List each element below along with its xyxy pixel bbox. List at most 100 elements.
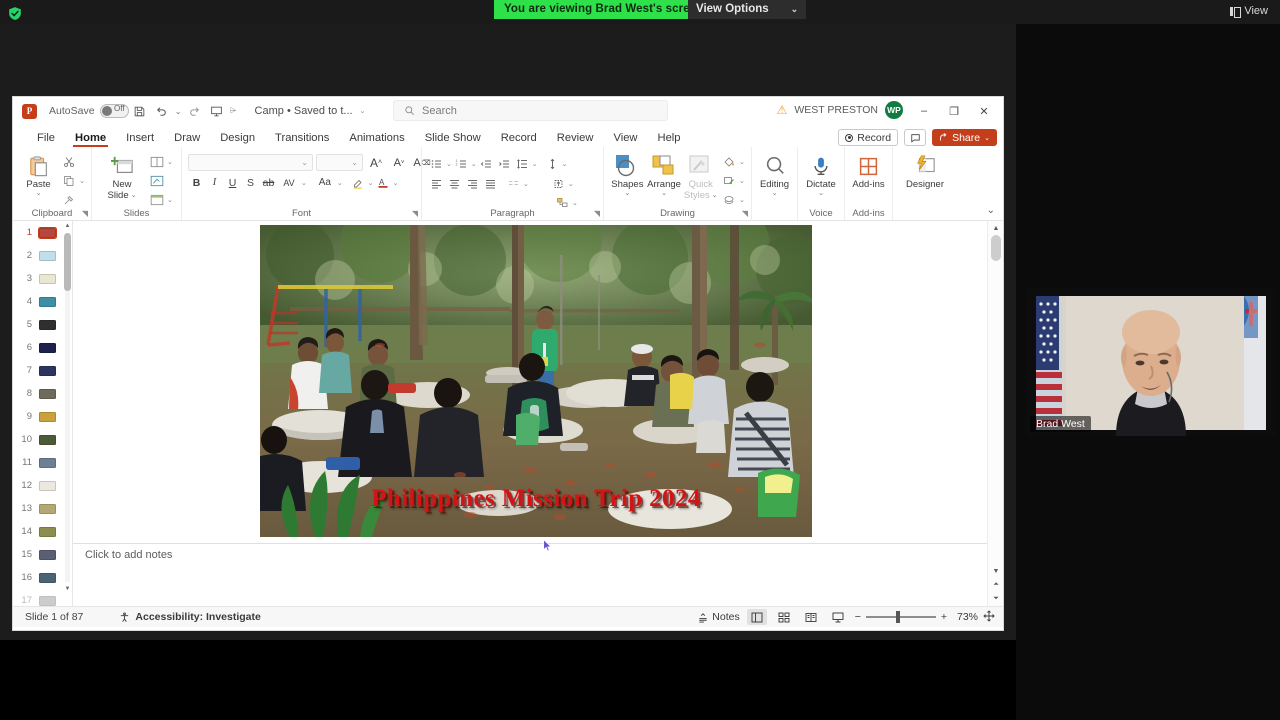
copy-icon[interactable] bbox=[60, 172, 77, 189]
tab-draw[interactable]: Draw bbox=[164, 132, 210, 147]
format-painter-icon[interactable] bbox=[60, 191, 77, 208]
zoom-control[interactable]: − + 73% bbox=[855, 609, 995, 625]
chevron-down-icon[interactable]: ⌄ bbox=[79, 177, 85, 185]
tab-design[interactable]: Design bbox=[210, 132, 265, 147]
comment-icon[interactable] bbox=[904, 129, 927, 146]
tab-file[interactable]: File bbox=[27, 132, 65, 147]
text-direction-icon[interactable] bbox=[544, 155, 561, 172]
scroll-down-icon[interactable]: ▼ bbox=[64, 586, 71, 592]
undo-icon[interactable] bbox=[151, 100, 173, 122]
grow-font-icon[interactable]: A ˄ bbox=[366, 154, 386, 171]
chevron-down-icon[interactable]: ⌄ bbox=[446, 160, 452, 168]
font-name-input[interactable]: ⌄ bbox=[188, 154, 313, 171]
dictate-button[interactable]: Dictate ⌄ bbox=[804, 151, 838, 197]
tab-home[interactable]: Home bbox=[65, 132, 116, 147]
slide-layout-icon[interactable] bbox=[148, 153, 165, 170]
paste-button[interactable]: Paste ⌄ bbox=[19, 151, 58, 197]
collapse-ribbon-icon[interactable]: ⌄ bbox=[987, 205, 995, 216]
text-shadow-button[interactable]: S bbox=[242, 174, 259, 191]
account-area[interactable]: ⚠ WEST PRESTON WP bbox=[777, 101, 903, 119]
cut-icon[interactable] bbox=[60, 153, 77, 170]
slide-counter[interactable]: Slide 1 of 87 bbox=[25, 611, 83, 623]
editing-button[interactable]: Editing ⌄ bbox=[758, 151, 791, 197]
scroll-up-icon[interactable]: ▲ bbox=[988, 221, 1003, 235]
tab-view[interactable]: View bbox=[603, 132, 647, 147]
font-size-input[interactable]: ⌄ bbox=[316, 154, 363, 171]
tab-review[interactable]: Review bbox=[547, 132, 604, 147]
save-icon[interactable] bbox=[129, 100, 151, 122]
chevron-down-icon[interactable]: ⌄ bbox=[532, 160, 538, 168]
chevron-down-icon[interactable]: ⌄ bbox=[471, 160, 477, 168]
record-button[interactable]: Record bbox=[838, 129, 899, 146]
shape-fill-icon[interactable] bbox=[720, 153, 737, 170]
align-left-icon[interactable] bbox=[428, 175, 445, 192]
search-input[interactable]: Search bbox=[393, 100, 668, 121]
highlight-icon[interactable] bbox=[350, 174, 367, 191]
slide-editing-area[interactable]: Philippines Mission Trip 2024 Click to a… bbox=[73, 221, 1003, 606]
zoom-level-label[interactable]: 73% bbox=[952, 611, 978, 623]
minimize-button[interactable]: – bbox=[909, 99, 939, 123]
thumbnail-scrollbar[interactable]: ▲ ▼ bbox=[64, 223, 71, 592]
decrease-indent-icon[interactable] bbox=[478, 155, 495, 172]
addins-button[interactable]: Add-ins bbox=[851, 151, 886, 190]
chevron-down-icon[interactable]: ⌄ bbox=[393, 179, 399, 187]
close-button[interactable]: ✕ bbox=[969, 99, 999, 123]
underline-button[interactable]: U bbox=[224, 174, 241, 191]
accessibility-status[interactable]: Accessibility: Investigate bbox=[119, 611, 261, 623]
font-color-icon[interactable]: A bbox=[375, 174, 392, 191]
slide-thumbnail-pane[interactable]: 1 2 3 4 5 6 7 8 9 10 11 12 13 14 15 16 1… bbox=[13, 221, 73, 606]
bullet-list-icon[interactable] bbox=[428, 155, 445, 172]
slide-scrollbar[interactable]: ▲ ▼ ⏶ ⏷ bbox=[987, 221, 1003, 606]
scrollbar-thumb[interactable] bbox=[64, 233, 71, 291]
scroll-down-icon[interactable]: ▼ bbox=[988, 564, 1003, 578]
clipboard-dialog-launcher-icon[interactable]: ◥ bbox=[82, 209, 88, 218]
fit-to-window-icon[interactable] bbox=[983, 609, 995, 625]
notes-placeholder[interactable]: Click to add notes bbox=[85, 549, 172, 561]
tab-slide-show[interactable]: Slide Show bbox=[415, 132, 491, 147]
chevron-down-icon[interactable]: ⌄ bbox=[739, 196, 745, 204]
strikethrough-button[interactable]: ab bbox=[260, 174, 277, 191]
tab-record[interactable]: Record bbox=[491, 132, 547, 147]
chevron-down-icon[interactable]: ⌄ bbox=[523, 180, 529, 188]
align-center-icon[interactable] bbox=[446, 175, 463, 192]
slide-sorter-icon[interactable] bbox=[774, 609, 794, 625]
justify-icon[interactable] bbox=[482, 175, 499, 192]
reset-slide-icon[interactable] bbox=[148, 172, 165, 189]
zoom-out-button[interactable]: − bbox=[855, 611, 861, 623]
document-name-button[interactable]: Camp • Saved to t... ⌄ bbox=[255, 105, 366, 117]
zoom-in-button[interactable]: + bbox=[941, 611, 947, 623]
chevron-down-icon[interactable]: ⌄ bbox=[568, 180, 574, 188]
normal-view-icon[interactable] bbox=[746, 609, 767, 625]
tab-transitions[interactable]: Transitions bbox=[265, 132, 339, 147]
scroll-up-icon[interactable]: ▲ bbox=[64, 223, 71, 229]
shapes-button[interactable]: Shapes ⌄ bbox=[610, 151, 645, 197]
zoom-slider[interactable] bbox=[865, 611, 936, 623]
chevron-down-icon[interactable]: ⌄ bbox=[739, 177, 745, 185]
notes-toggle-button[interactable]: Notes bbox=[697, 611, 740, 623]
font-dialog-launcher-icon[interactable]: ◥ bbox=[412, 209, 418, 218]
redo-icon[interactable] bbox=[184, 100, 206, 122]
scrollbar-thumb[interactable] bbox=[991, 235, 1001, 261]
slide-canvas[interactable]: Philippines Mission Trip 2024 bbox=[260, 225, 812, 537]
chevron-down-icon[interactable]: ⌄ bbox=[368, 179, 374, 187]
designer-button[interactable]: Designer bbox=[899, 151, 951, 190]
slide-title-text[interactable]: Philippines Mission Trip 2024 bbox=[260, 485, 812, 513]
change-case-icon[interactable]: Aa bbox=[314, 174, 336, 191]
line-spacing-icon[interactable] bbox=[514, 155, 531, 172]
section-icon[interactable] bbox=[148, 191, 165, 208]
bold-button[interactable]: B bbox=[188, 174, 205, 191]
increase-indent-icon[interactable] bbox=[496, 155, 513, 172]
chevron-down-icon[interactable]: ⌄ bbox=[301, 179, 307, 187]
slideshow-icon[interactable] bbox=[828, 609, 848, 625]
chevron-down-icon[interactable]: ⌄ bbox=[572, 199, 578, 207]
arrange-button[interactable]: Arrange ⌄ bbox=[647, 151, 682, 197]
next-slide-icon[interactable]: ⏷ bbox=[988, 592, 1003, 606]
columns-icon[interactable] bbox=[505, 175, 522, 192]
reading-view-icon[interactable] bbox=[801, 609, 821, 625]
shrink-font-icon[interactable]: A ˅ bbox=[389, 154, 409, 171]
character-spacing-icon[interactable]: AV bbox=[278, 174, 300, 191]
tab-insert[interactable]: Insert bbox=[116, 132, 164, 147]
view-layout-button[interactable]: View bbox=[1224, 3, 1274, 20]
chevron-down-icon[interactable]: ⌄ bbox=[337, 179, 343, 187]
avatar[interactable]: WP bbox=[885, 101, 903, 119]
